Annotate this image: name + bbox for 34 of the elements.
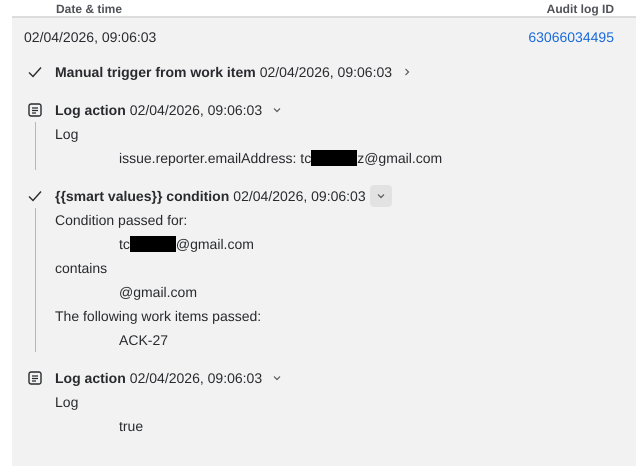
column-header: Audit log ID [546, 2, 614, 16]
log-value: true [119, 416, 144, 436]
log-label: Condition passed for: [55, 210, 188, 230]
audit-log-link[interactable]: 63066034495 [528, 27, 614, 60]
chevron-down-icon [376, 191, 386, 201]
step-title: {{smart values}} condition [55, 186, 230, 206]
check-icon [28, 189, 42, 203]
chevron-down-icon [272, 373, 282, 383]
step-title: Log action [55, 100, 126, 120]
step-time: 02/04/2026, 09:06:03 [130, 100, 262, 120]
log-value: @gmail.com [176, 234, 254, 254]
log-value: z@gmail.com [357, 148, 442, 168]
step-title: Log action [55, 368, 126, 388]
log-label: contains [55, 258, 108, 278]
log-label: Log [55, 392, 78, 412]
redaction-block [130, 236, 176, 252]
log-value: issue.reporter.emailAddress: tc [119, 148, 312, 168]
document-icon [28, 371, 42, 385]
log-value: ACK-27 [119, 330, 168, 350]
log-label: The following work items passed: [55, 306, 262, 326]
step-title: Manual trigger from work item [55, 62, 256, 82]
collapse-button[interactable] [370, 185, 392, 207]
log-label: Log [55, 124, 78, 144]
step-time: 02/04/2026, 09:06:03 [233, 186, 366, 206]
document-icon [28, 103, 42, 117]
step-time: 02/04/2026, 09:06:03 [130, 368, 262, 388]
log-value: tc [119, 234, 130, 254]
date-time: 02/04/2026, 09:06:03 [24, 28, 156, 47]
step-time: 02/04/2026, 09:06:03 [260, 62, 392, 82]
log-value: @gmail.com [119, 282, 198, 302]
column-header: Date & time [56, 2, 122, 16]
redaction-block [311, 150, 358, 166]
check-icon [28, 65, 42, 79]
chevron-down-icon [272, 105, 282, 115]
